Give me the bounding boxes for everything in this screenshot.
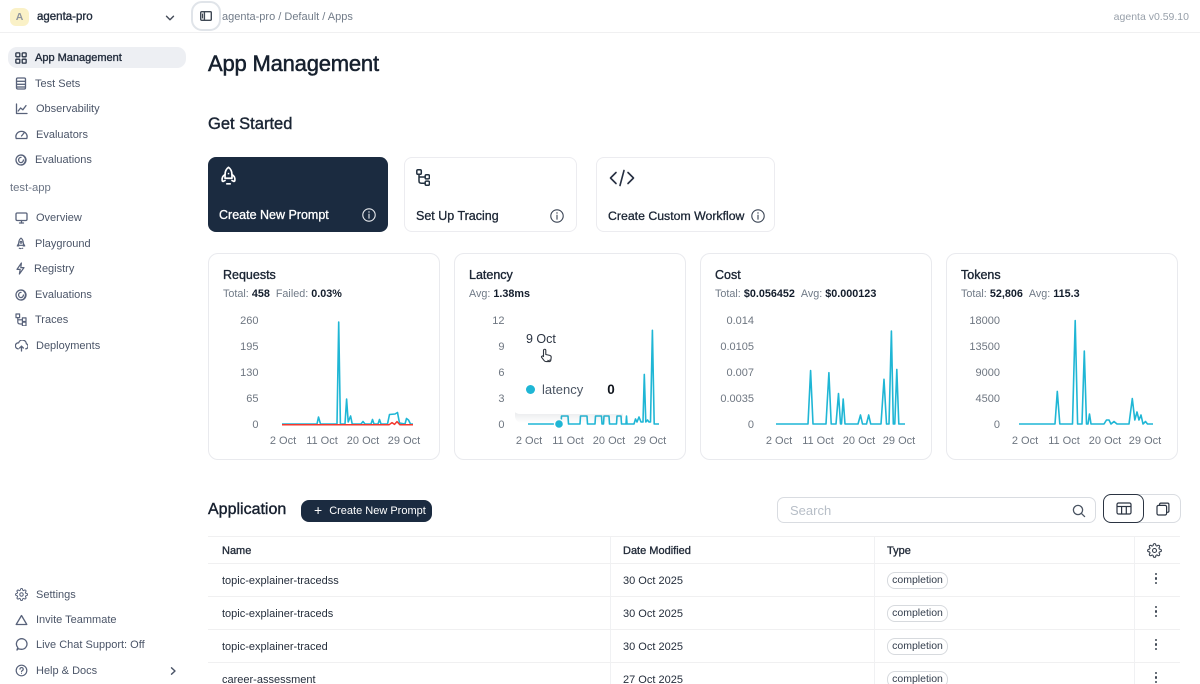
svg-text:20 Oct: 20 Oct: [593, 435, 625, 447]
svg-text:11 Oct: 11 Oct: [802, 435, 834, 447]
svg-text:3: 3: [498, 393, 504, 405]
svg-text:11 Oct: 11 Oct: [306, 435, 338, 447]
svg-text:12: 12: [492, 315, 504, 327]
svg-text:2 Oct: 2 Oct: [766, 435, 792, 447]
svg-text:0.0035: 0.0035: [720, 393, 754, 405]
svg-text:65: 65: [246, 393, 258, 405]
svg-text:18000: 18000: [969, 315, 1000, 327]
svg-text:0.014: 0.014: [726, 315, 754, 327]
svg-text:260: 260: [240, 315, 258, 327]
svg-text:130: 130: [240, 367, 258, 379]
svg-text:0.007: 0.007: [726, 367, 754, 379]
svg-text:20 Oct: 20 Oct: [347, 435, 379, 447]
svg-text:2 Oct: 2 Oct: [516, 435, 542, 447]
svg-text:0.0105: 0.0105: [720, 341, 754, 353]
svg-text:2 Oct: 2 Oct: [1012, 435, 1038, 447]
svg-text:13500: 13500: [969, 341, 1000, 353]
svg-text:9000: 9000: [976, 367, 1000, 379]
svg-text:29 Oct: 29 Oct: [388, 435, 420, 447]
svg-text:9: 9: [498, 341, 504, 353]
svg-text:0: 0: [498, 419, 504, 431]
svg-text:0: 0: [252, 419, 258, 431]
svg-text:4500: 4500: [976, 393, 1000, 405]
svg-text:20 Oct: 20 Oct: [843, 435, 875, 447]
svg-text:29 Oct: 29 Oct: [634, 435, 666, 447]
svg-text:20 Oct: 20 Oct: [1089, 435, 1121, 447]
svg-text:195: 195: [240, 341, 258, 353]
svg-text:11 Oct: 11 Oct: [552, 435, 584, 447]
svg-text:11 Oct: 11 Oct: [1048, 435, 1080, 447]
svg-text:29 Oct: 29 Oct: [883, 435, 915, 447]
svg-text:0: 0: [748, 419, 754, 431]
svg-text:6: 6: [498, 367, 504, 379]
svg-text:0: 0: [994, 419, 1000, 431]
svg-text:29 Oct: 29 Oct: [1129, 435, 1161, 447]
svg-text:2 Oct: 2 Oct: [270, 435, 296, 447]
